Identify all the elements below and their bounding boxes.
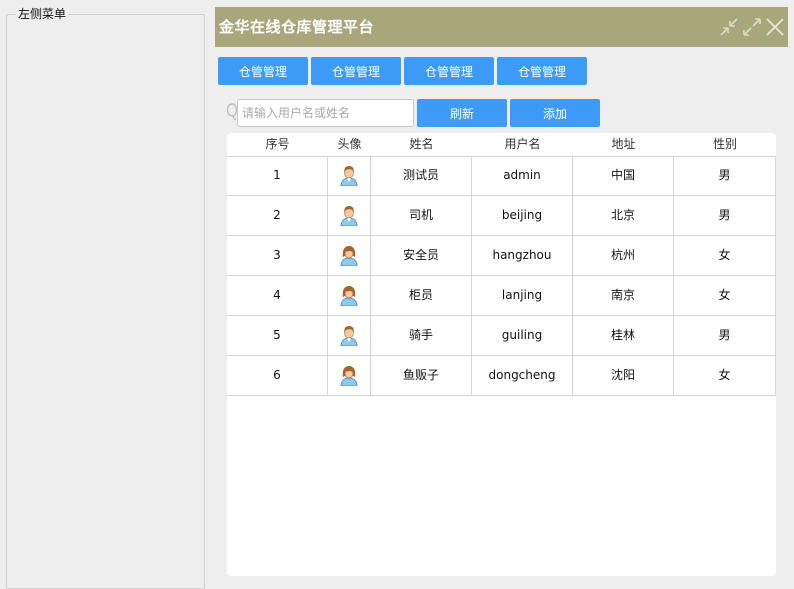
cell-address: 杭州 — [573, 236, 674, 276]
table-row[interactable]: 4 柜员 lanjing 南京女 — [227, 276, 776, 316]
table-row[interactable]: 2 司机 beijing 北京男 — [227, 196, 776, 236]
cell-username: lanjing — [472, 276, 573, 316]
cell-username: beijing — [472, 196, 573, 236]
cell-avatar — [328, 156, 371, 196]
cell-username: guiling — [472, 316, 573, 356]
restore-icon[interactable] — [741, 16, 763, 38]
search-input[interactable] — [237, 99, 414, 127]
cell-index: 4 — [227, 276, 328, 316]
table-row[interactable]: 3 安全员 hangzhou 杭州女 — [227, 236, 776, 276]
cell-index: 3 — [227, 236, 328, 276]
cell-address: 北京 — [573, 196, 674, 236]
title-bar: 金华在线仓库管理平台 — [215, 7, 788, 47]
cell-gender: 男 — [674, 156, 776, 196]
column-header-avatar[interactable]: 头像 — [328, 133, 371, 156]
nav-button-3[interactable]: 仓管管理 — [404, 57, 494, 85]
female-avatar-icon — [338, 243, 360, 267]
table-row[interactable]: 5 骑手 guiling 桂林男 — [227, 316, 776, 356]
close-icon[interactable] — [764, 16, 786, 38]
column-header-gender[interactable]: 性别 — [674, 133, 776, 156]
cell-gender: 女 — [674, 236, 776, 276]
cell-index: 6 — [227, 356, 328, 396]
male-avatar-icon — [338, 203, 360, 227]
cell-gender: 女 — [674, 356, 776, 396]
cell-avatar — [328, 316, 371, 356]
cell-address: 中国 — [573, 156, 674, 196]
cell-gender: 女 — [674, 276, 776, 316]
column-header-username[interactable]: 用户名 — [472, 133, 573, 156]
female-avatar-icon — [338, 283, 360, 307]
cell-avatar — [328, 356, 371, 396]
cell-gender: 男 — [674, 196, 776, 236]
male-avatar-icon — [338, 163, 360, 187]
nav-button-4[interactable]: 仓管管理 — [497, 57, 587, 85]
cell-avatar — [328, 276, 371, 316]
user-table: 序号 头像 姓名 用户名 地址 性别 1 测试员 admin 中国男 2 司机 beijin… — [227, 133, 776, 576]
male-avatar-icon — [338, 323, 360, 347]
table-row[interactable]: 6 鱼贩子 dongcheng 沈阳女 — [227, 356, 776, 396]
cell-username: admin — [472, 156, 573, 196]
cell-gender: 男 — [674, 316, 776, 356]
cell-name: 司机 — [371, 196, 472, 236]
cell-address: 桂林 — [573, 316, 674, 356]
cell-avatar — [328, 236, 371, 276]
minimize-icon[interactable] — [718, 16, 740, 38]
cell-index: 2 — [227, 196, 328, 236]
add-button[interactable]: 添加 — [510, 99, 600, 127]
cell-name: 柜员 — [371, 276, 472, 316]
nav-button-1[interactable]: 仓管管理 — [218, 57, 308, 85]
cell-name: 骑手 — [371, 316, 472, 356]
app-title: 金华在线仓库管理平台 — [219, 18, 375, 36]
nav-button-2[interactable]: 仓管管理 — [311, 57, 401, 85]
cell-name: 测试员 — [371, 156, 472, 196]
column-header-name[interactable]: 姓名 — [371, 133, 472, 156]
table-row[interactable]: 1 测试员 admin 中国男 — [227, 156, 776, 196]
left-menu-panel: 左侧菜单 — [6, 7, 205, 589]
table-header: 序号 头像 姓名 用户名 地址 性别 — [227, 133, 776, 157]
cell-address: 南京 — [573, 276, 674, 316]
cell-name: 鱼贩子 — [371, 356, 472, 396]
refresh-button[interactable]: 刷新 — [417, 99, 507, 127]
cell-index: 1 — [227, 156, 328, 196]
female-avatar-icon — [338, 363, 360, 387]
cell-avatar — [328, 196, 371, 236]
column-header-address[interactable]: 地址 — [573, 133, 674, 156]
cell-name: 安全员 — [371, 236, 472, 276]
cell-index: 5 — [227, 316, 328, 356]
cell-username: dongcheng — [472, 356, 573, 396]
cell-address: 沈阳 — [573, 356, 674, 396]
left-menu-title: 左侧菜单 — [16, 7, 69, 21]
column-header-index[interactable]: 序号 — [227, 133, 328, 156]
cell-username: hangzhou — [472, 236, 573, 276]
